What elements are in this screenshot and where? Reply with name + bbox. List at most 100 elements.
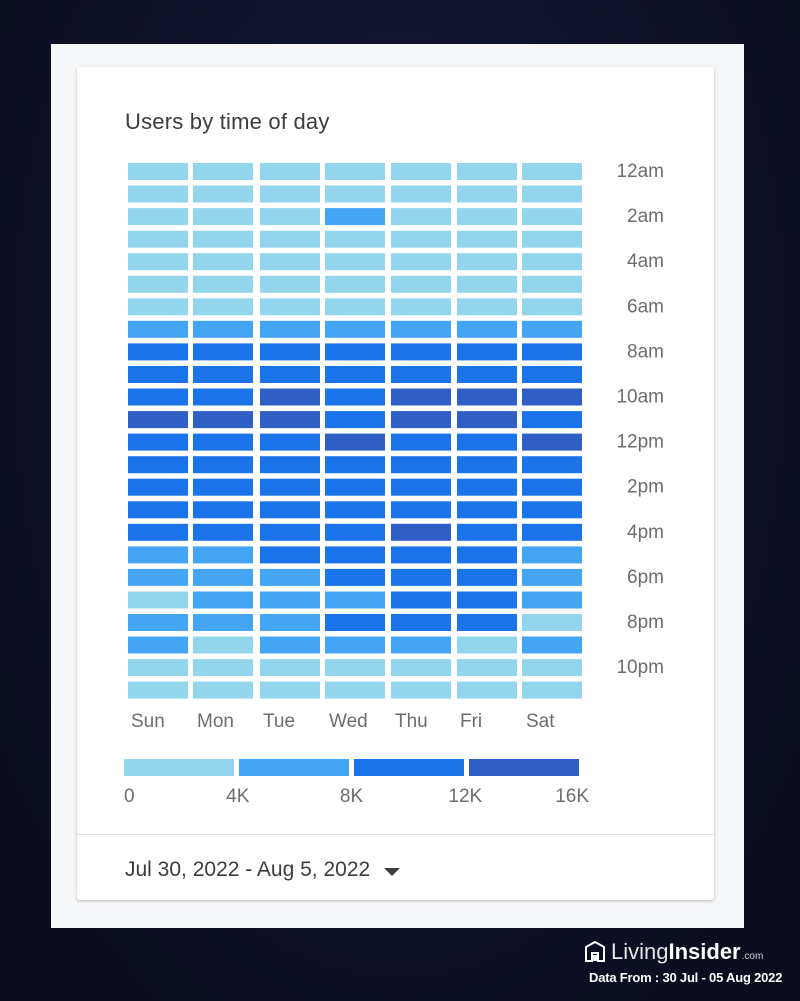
heatmap-cell[interactable]: [193, 185, 253, 203]
heatmap-cell[interactable]: [193, 546, 253, 564]
heatmap-cell[interactable]: [260, 591, 320, 609]
heatmap-cell[interactable]: [391, 636, 451, 654]
heatmap-cell[interactable]: [128, 591, 188, 609]
heatmap-cell[interactable]: [260, 433, 320, 451]
heatmap-cell[interactable]: [325, 659, 385, 677]
heatmap-cell[interactable]: [193, 343, 253, 361]
heatmap-cell[interactable]: [128, 478, 188, 496]
heatmap-cell[interactable]: [457, 546, 517, 564]
heatmap-cell[interactable]: [391, 185, 451, 203]
heatmap-cell[interactable]: [260, 298, 320, 316]
heatmap-cell[interactable]: [325, 546, 385, 564]
heatmap-cell[interactable]: [522, 614, 582, 631]
heatmap-cell[interactable]: [391, 388, 451, 406]
heatmap-cell[interactable]: [391, 275, 451, 293]
heatmap-cell[interactable]: [325, 411, 385, 429]
heatmap-cell[interactable]: [193, 591, 253, 609]
heatmap-cell[interactable]: [260, 636, 320, 654]
heatmap-cell[interactable]: [193, 388, 253, 406]
heatmap-cell[interactable]: [128, 298, 188, 316]
heatmap-cell[interactable]: [193, 433, 253, 451]
heatmap-cell[interactable]: [457, 185, 517, 203]
heatmap-cell[interactable]: [457, 568, 517, 586]
heatmap-cell[interactable]: [391, 163, 451, 180]
heatmap-cell[interactable]: [391, 546, 451, 564]
heatmap-cell[interactable]: [193, 568, 253, 586]
heatmap-cell[interactable]: [325, 388, 385, 406]
heatmap-cell[interactable]: [457, 636, 517, 654]
heatmap-cell[interactable]: [522, 478, 582, 496]
heatmap-cell[interactable]: [260, 343, 320, 361]
heatmap-cell[interactable]: [522, 320, 582, 338]
heatmap-cell[interactable]: [522, 163, 582, 180]
heatmap-cell[interactable]: [193, 298, 253, 316]
heatmap-cell[interactable]: [260, 388, 320, 406]
heatmap-cell[interactable]: [128, 320, 188, 338]
heatmap-cell[interactable]: [128, 366, 188, 383]
heatmap-cell[interactable]: [325, 591, 385, 609]
heatmap-cell[interactable]: [193, 659, 253, 677]
heatmap-cell[interactable]: [128, 681, 188, 699]
heatmap-cell[interactable]: [457, 275, 517, 293]
heatmap-cell[interactable]: [325, 253, 385, 271]
heatmap-cell[interactable]: [128, 388, 188, 406]
heatmap-cell[interactable]: [128, 343, 188, 361]
heatmap-cell[interactable]: [522, 568, 582, 586]
heatmap-cell[interactable]: [325, 681, 385, 699]
heatmap-cell[interactable]: [457, 433, 517, 451]
heatmap-cell[interactable]: [193, 523, 253, 541]
heatmap-cell[interactable]: [457, 591, 517, 609]
heatmap-cell[interactable]: [260, 501, 320, 519]
heatmap-cell[interactable]: [325, 343, 385, 361]
heatmap-cell[interactable]: [260, 523, 320, 541]
heatmap-cell[interactable]: [457, 320, 517, 338]
heatmap-cell[interactable]: [457, 163, 517, 180]
heatmap-cell[interactable]: [193, 366, 253, 383]
heatmap-cell[interactable]: [325, 568, 385, 586]
heatmap-cell[interactable]: [193, 320, 253, 338]
heatmap-cell[interactable]: [193, 636, 253, 654]
heatmap-cell[interactable]: [325, 230, 385, 248]
heatmap-cell[interactable]: [522, 275, 582, 293]
heatmap-cell[interactable]: [391, 456, 451, 474]
heatmap-cell[interactable]: [128, 433, 188, 451]
heatmap-cell[interactable]: [522, 298, 582, 316]
heatmap-cell[interactable]: [522, 501, 582, 519]
heatmap-cell[interactable]: [260, 478, 320, 496]
heatmap-cell[interactable]: [325, 275, 385, 293]
heatmap-cell[interactable]: [325, 523, 385, 541]
heatmap-cell[interactable]: [325, 185, 385, 203]
heatmap-cell[interactable]: [193, 614, 253, 631]
heatmap-cell[interactable]: [522, 388, 582, 406]
heatmap-cell[interactable]: [391, 659, 451, 677]
heatmap-cell[interactable]: [391, 343, 451, 361]
heatmap-cell[interactable]: [457, 366, 517, 383]
heatmap-cell[interactable]: [522, 433, 582, 451]
heatmap-cell[interactable]: [325, 208, 385, 226]
heatmap-cell[interactable]: [522, 659, 582, 677]
heatmap-cell[interactable]: [522, 591, 582, 609]
heatmap-cell[interactable]: [260, 320, 320, 338]
heatmap-cell[interactable]: [128, 411, 188, 429]
heatmap-cell[interactable]: [391, 253, 451, 271]
heatmap-cell[interactable]: [193, 411, 253, 429]
heatmap-cell[interactable]: [457, 208, 517, 226]
heatmap-cell[interactable]: [128, 501, 188, 519]
heatmap-cell[interactable]: [193, 163, 253, 180]
heatmap-cell[interactable]: [457, 659, 517, 677]
heatmap-cell[interactable]: [325, 320, 385, 338]
heatmap-cell[interactable]: [522, 456, 582, 474]
heatmap-cell[interactable]: [193, 478, 253, 496]
heatmap-cell[interactable]: [457, 230, 517, 248]
heatmap-cell[interactable]: [128, 163, 188, 180]
heatmap-cell[interactable]: [391, 501, 451, 519]
heatmap-cell[interactable]: [193, 681, 253, 699]
heatmap-cell[interactable]: [391, 478, 451, 496]
heatmap-cell[interactable]: [128, 230, 188, 248]
heatmap-cell[interactable]: [391, 298, 451, 316]
heatmap-cell[interactable]: [325, 433, 385, 451]
heatmap-cell[interactable]: [128, 568, 188, 586]
heatmap-cell[interactable]: [193, 253, 253, 271]
heatmap-cell[interactable]: [193, 275, 253, 293]
heatmap-cell[interactable]: [260, 366, 320, 383]
